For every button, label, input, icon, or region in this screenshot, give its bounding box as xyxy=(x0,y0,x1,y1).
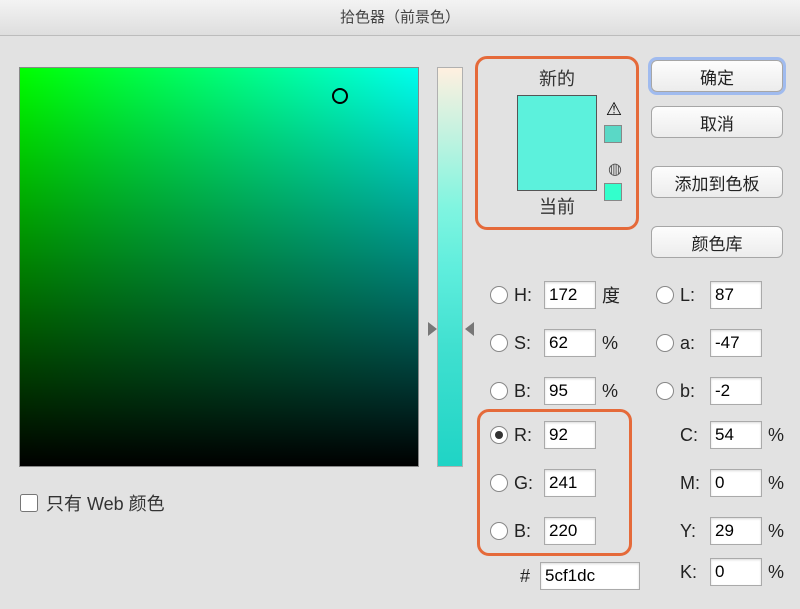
color-field[interactable] xyxy=(19,67,419,467)
label-h: H: xyxy=(514,285,538,306)
non-web-safe-icon[interactable]: ◍ xyxy=(608,159,622,179)
radio-g[interactable] xyxy=(490,474,508,492)
unit-c: % xyxy=(768,425,790,446)
label-b: B: xyxy=(514,521,538,542)
field-hex-row: # xyxy=(520,562,640,590)
color-libraries-button[interactable]: 颜色库 xyxy=(651,226,783,258)
label-brightness: B: xyxy=(514,381,538,402)
only-web-colors-row[interactable]: 只有 Web 颜色 xyxy=(20,490,165,516)
radio-brightness[interactable] xyxy=(490,382,508,400)
label-s: S: xyxy=(514,333,538,354)
preview-group: 新的 当前 ⚠︎ ◍ xyxy=(475,56,639,230)
label-y: Y: xyxy=(680,521,704,542)
radio-h[interactable] xyxy=(490,286,508,304)
ok-button[interactable]: 确定 xyxy=(651,60,783,92)
field-c-row: C: % xyxy=(656,421,790,449)
new-color-swatch[interactable] xyxy=(518,96,596,143)
radio-r[interactable] xyxy=(490,426,508,444)
label-c: C: xyxy=(680,425,704,446)
input-s[interactable] xyxy=(544,329,596,357)
input-h[interactable] xyxy=(544,281,596,309)
unit-y: % xyxy=(768,521,790,542)
unit-h: 度 xyxy=(602,282,624,308)
unit-m: % xyxy=(768,473,790,494)
input-lab-b[interactable] xyxy=(710,377,762,405)
input-c[interactable] xyxy=(710,421,762,449)
unit-brightness: % xyxy=(602,381,624,402)
web-safe-nearest-swatch[interactable] xyxy=(604,183,622,201)
hue-slider-handle-right-icon[interactable] xyxy=(465,322,474,336)
color-field-cursor xyxy=(332,88,348,104)
input-l[interactable] xyxy=(710,281,762,309)
hue-slider-handle-left-icon[interactable] xyxy=(428,322,437,336)
label-a: a: xyxy=(680,333,704,354)
field-s-row: S: % xyxy=(490,329,624,357)
field-b-row: B: xyxy=(490,517,596,545)
field-h-row: H: 度 xyxy=(490,281,624,309)
field-y-row: Y: % xyxy=(656,517,790,545)
color-swatch-pair xyxy=(517,95,597,191)
input-g[interactable] xyxy=(544,469,596,497)
unit-k: % xyxy=(768,562,790,583)
field-g-row: G: xyxy=(490,469,596,497)
window-title: 拾色器（前景色） xyxy=(0,0,800,36)
only-web-colors-label: 只有 Web 颜色 xyxy=(46,490,165,516)
label-k: K: xyxy=(680,562,704,583)
field-m-row: M: % xyxy=(656,469,790,497)
label-lab-b: b: xyxy=(680,381,704,402)
input-a[interactable] xyxy=(710,329,762,357)
gamut-nearest-swatch[interactable] xyxy=(604,125,622,143)
input-y[interactable] xyxy=(710,517,762,545)
radio-a[interactable] xyxy=(656,334,674,352)
cancel-button[interactable]: 取消 xyxy=(651,106,783,138)
field-l-row: L: xyxy=(656,281,762,309)
field-lab-b-row: b: xyxy=(656,377,762,405)
current-color-swatch[interactable] xyxy=(518,143,596,190)
preview-new-label: 新的 xyxy=(478,65,636,91)
field-k-row: K: % xyxy=(656,558,790,586)
input-hex[interactable] xyxy=(540,562,640,590)
gamut-warning-icon[interactable]: ⚠︎ xyxy=(606,99,622,120)
field-a-row: a: xyxy=(656,329,762,357)
only-web-colors-checkbox[interactable] xyxy=(20,494,38,512)
input-r[interactable] xyxy=(544,421,596,449)
label-r: R: xyxy=(514,425,538,446)
label-m: M: xyxy=(680,473,704,494)
radio-lab-b[interactable] xyxy=(656,382,674,400)
radio-b[interactable] xyxy=(490,522,508,540)
hue-slider[interactable] xyxy=(437,67,463,467)
field-brightness-row: B: % xyxy=(490,377,624,405)
label-g: G: xyxy=(514,473,538,494)
input-k[interactable] xyxy=(710,558,762,586)
unit-s: % xyxy=(602,333,624,354)
label-hex: # xyxy=(520,566,534,587)
field-r-row: R: xyxy=(490,421,596,449)
input-b[interactable] xyxy=(544,517,596,545)
radio-s[interactable] xyxy=(490,334,508,352)
add-to-swatches-button[interactable]: 添加到色板 xyxy=(651,166,783,198)
input-brightness[interactable] xyxy=(544,377,596,405)
input-m[interactable] xyxy=(710,469,762,497)
label-l: L: xyxy=(680,285,704,306)
radio-l[interactable] xyxy=(656,286,674,304)
